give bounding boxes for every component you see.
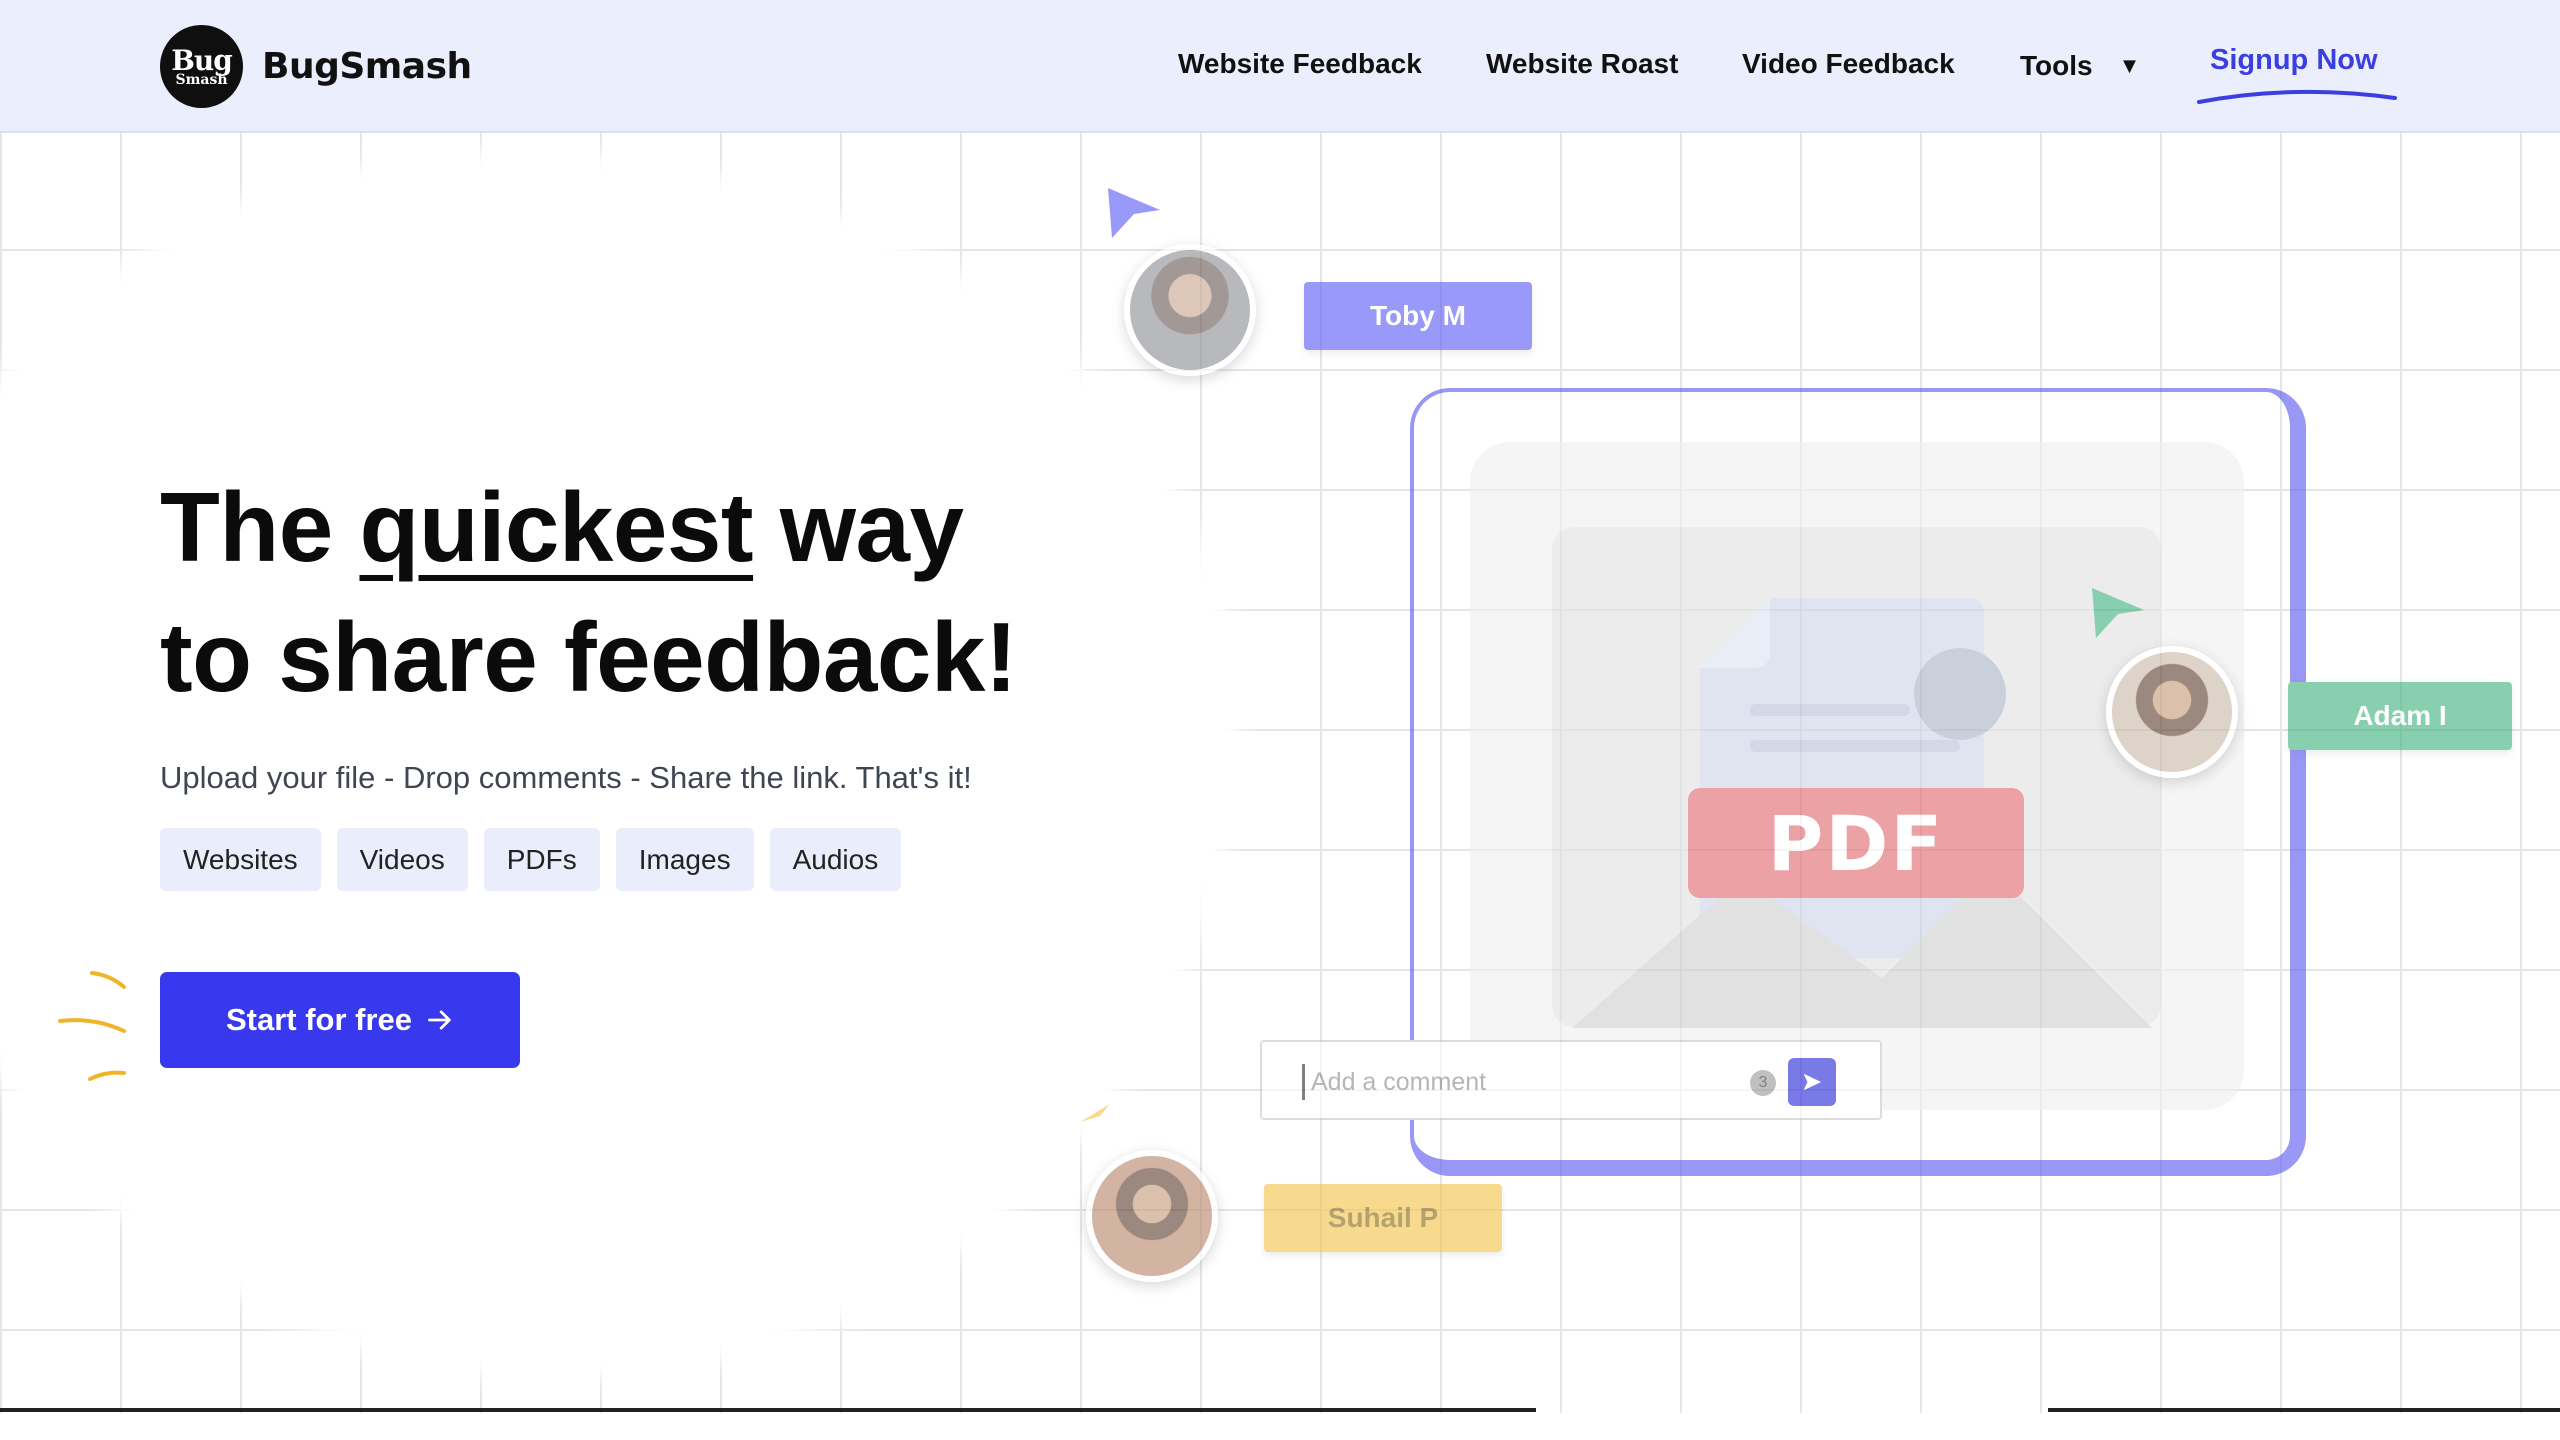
- comment-input[interactable]: [1302, 1064, 1742, 1100]
- hero-illustration: PDF 3 Toby M Adam I Suhail P: [0, 0, 2560, 1440]
- avatar-suhail: [1086, 1150, 1218, 1282]
- cursor-pointer-icon-suhail: [1080, 1104, 1110, 1122]
- name-tag-toby: Toby M: [1304, 282, 1532, 350]
- send-icon: [1803, 1073, 1822, 1091]
- cursor-pointer-icon-toby: [1108, 188, 1160, 238]
- comment-count-badge: 3: [1750, 1070, 1776, 1096]
- bottom-divider-left: [0, 1408, 1536, 1412]
- send-comment-button[interactable]: [1788, 1058, 1836, 1106]
- pdf-badge: PDF: [1688, 788, 2024, 898]
- avatar-toby: [1124, 244, 1256, 376]
- comment-box: 3: [1260, 1040, 1882, 1120]
- name-tag-adam: Adam I: [2288, 682, 2512, 750]
- avatar-adam: [2106, 646, 2238, 778]
- cursor-pointer-icon-adam: [2092, 588, 2144, 638]
- name-tag-suhail: Suhail P: [1264, 1184, 1502, 1252]
- bottom-divider-right: [2048, 1408, 2560, 1412]
